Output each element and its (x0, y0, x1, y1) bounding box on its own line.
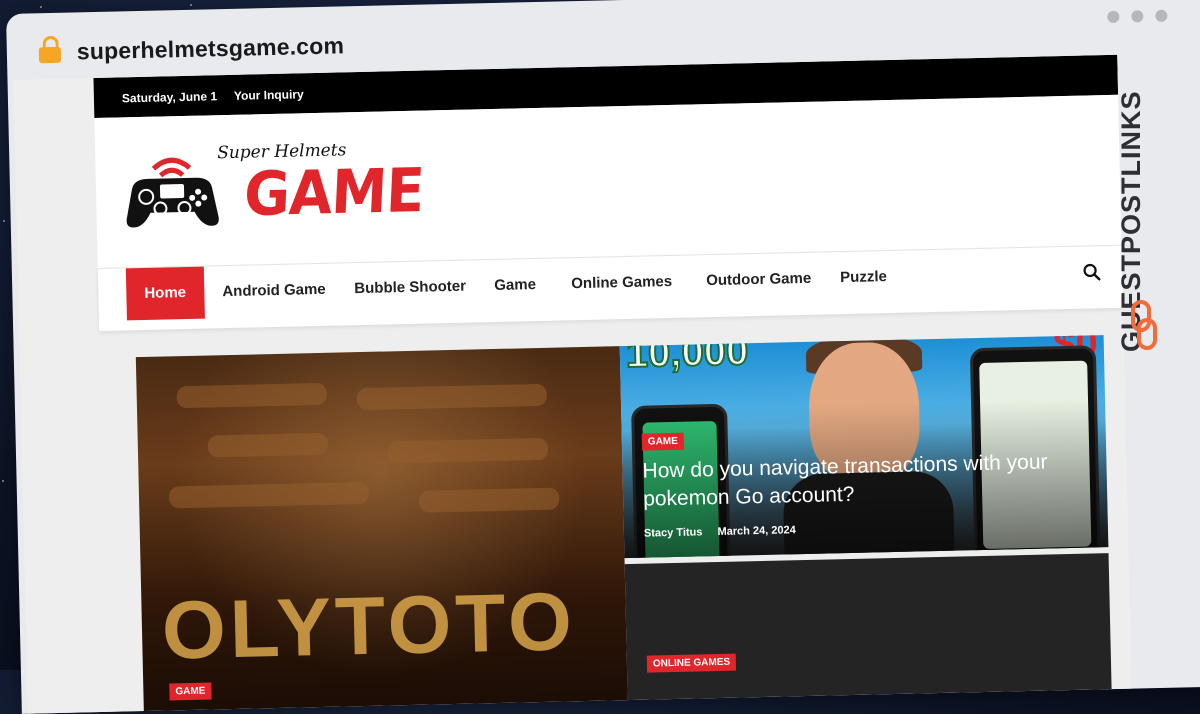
post-title[interactable]: How do you navigate transactions with yo… (642, 448, 1083, 514)
post-date: March 24, 2024 (717, 524, 796, 538)
featured-post-card[interactable]: OLYTOTO GAME (135, 346, 628, 714)
nav-item-android-game[interactable]: Android Game (204, 263, 345, 318)
nav-item-online-games[interactable]: Online Games (553, 256, 691, 311)
logo-wordmark[interactable]: GAME (243, 156, 426, 230)
site-header: Super Helmets GAME (94, 94, 1122, 268)
post-card[interactable]: ONLINE GAMES (624, 553, 1112, 714)
featured-image-text: OLYTOTO (161, 576, 577, 677)
image-overlay (619, 335, 1109, 559)
lock-icon (38, 46, 62, 64)
url-text[interactable]: superhelmetsgame.com (77, 32, 345, 65)
featured-posts-grid: OLYTOTO GAME 10,000 $0 GAME How do you n… (100, 335, 1132, 714)
category-badge[interactable]: GAME (169, 682, 212, 701)
wood-plank (418, 487, 560, 513)
nav-item-puzzle[interactable]: Puzzle (822, 251, 906, 305)
browser-window: superhelmetsgame.com Saturday, June 1 Yo… (6, 0, 1200, 714)
link-icon (1130, 300, 1158, 350)
nav-item-home[interactable]: Home (125, 266, 205, 321)
nav-item-outdoor-game[interactable]: Outdoor Game (688, 252, 830, 307)
post-author[interactable]: Stacy Titus (644, 526, 703, 539)
wood-plank (387, 437, 549, 464)
wood-plank (176, 382, 327, 409)
wood-plank (168, 481, 370, 509)
current-date: Saturday, June 1 (121, 89, 218, 106)
post-card[interactable]: 10,000 $0 GAME How do you navigate trans… (619, 335, 1109, 559)
nav-item-game[interactable]: Game (476, 259, 555, 313)
gamepad-logo-icon[interactable] (123, 147, 221, 231)
category-badge[interactable]: GAME (641, 432, 685, 451)
search-icon[interactable] (1082, 262, 1102, 282)
page-viewport: Saturday, June 1 Your Inquiry Super Helm… (13, 54, 1132, 714)
wood-plank (207, 432, 329, 458)
wood-plank (356, 383, 548, 411)
your-inquiry-link[interactable]: Your Inquiry (234, 87, 304, 103)
watermark-sidebar: GUESTPOSTLINKS (1110, 0, 1200, 670)
nav-item-bubble-shooter[interactable]: Bubble Shooter (336, 260, 485, 315)
